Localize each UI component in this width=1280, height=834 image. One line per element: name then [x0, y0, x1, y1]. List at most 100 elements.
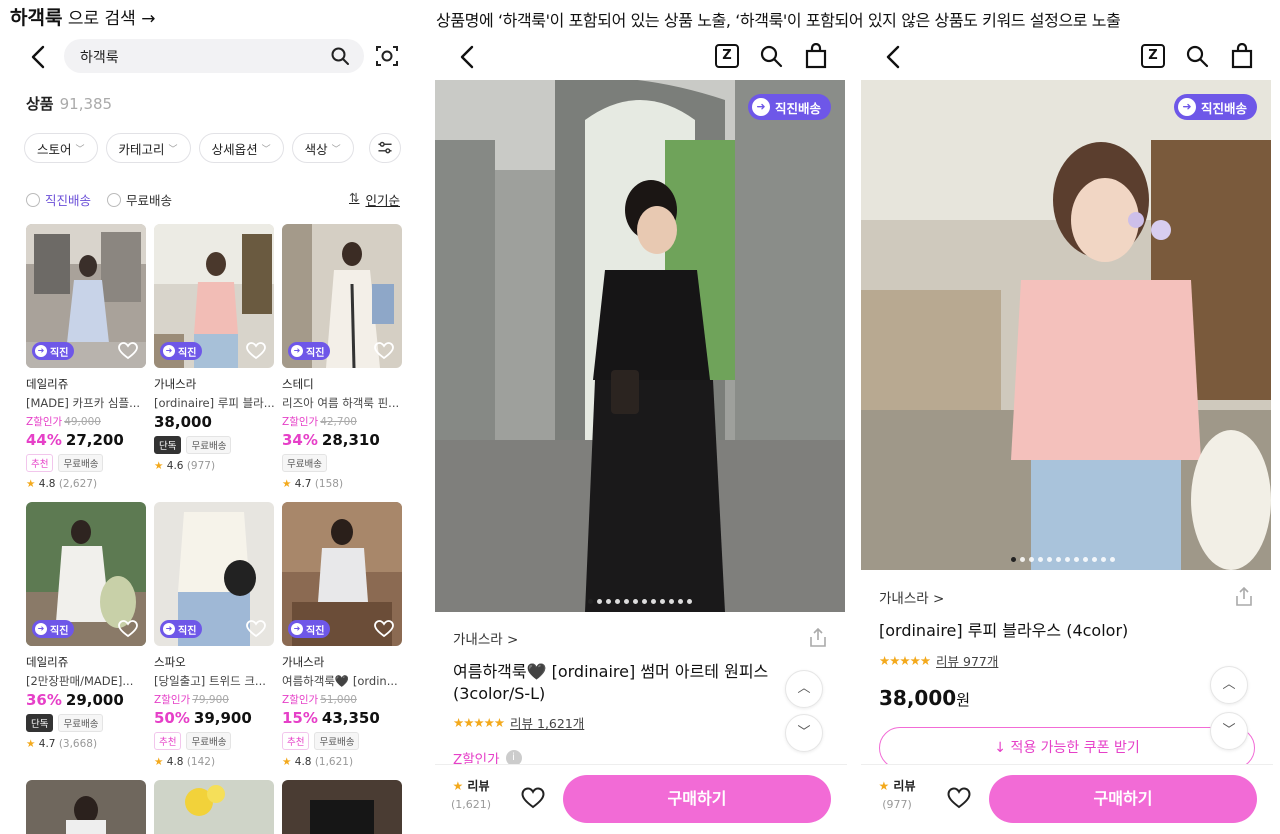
scroll-up-button[interactable]: ︿ — [1210, 666, 1248, 704]
buy-button[interactable]: 구매하기 — [563, 775, 831, 823]
option-direct-delivery[interactable]: 직진배송 — [26, 190, 91, 209]
filter-category[interactable]: 카테고리 ﹀ — [105, 133, 191, 163]
heart-icon[interactable] — [521, 787, 545, 809]
tag-free-shipping: 무료배송 — [282, 454, 327, 472]
original-price: 49,000 — [64, 416, 101, 428]
carousel-dot[interactable] — [1083, 557, 1088, 562]
option-free-shipping[interactable]: 무료배송 — [107, 190, 172, 209]
carousel-dot[interactable] — [597, 599, 602, 604]
buy-button[interactable]: 구매하기 — [989, 775, 1257, 823]
carousel-dot[interactable] — [1092, 557, 1097, 562]
store-link[interactable]: 가내스라 > — [453, 628, 518, 648]
carousel-dot[interactable] — [1101, 557, 1106, 562]
back-icon[interactable] — [28, 44, 50, 70]
heart-icon[interactable] — [246, 620, 266, 638]
review-summary[interactable]: ★ 리뷰 (977) — [875, 777, 919, 811]
price: 50% 39,900 — [154, 709, 274, 727]
filter-store[interactable]: 스토어 ﹀ — [24, 133, 98, 163]
product-card[interactable] — [26, 780, 146, 834]
product-image[interactable]: ➜ 직진 — [26, 502, 146, 646]
carousel-dot[interactable] — [642, 599, 647, 604]
carousel-dot[interactable] — [615, 599, 620, 604]
carousel-dot[interactable] — [1020, 557, 1025, 562]
share-icon[interactable] — [1235, 587, 1253, 607]
carousel-dot[interactable] — [1074, 557, 1079, 562]
carousel-dot[interactable] — [660, 599, 665, 604]
filter-settings-button[interactable] — [369, 133, 401, 163]
carousel-dot[interactable] — [1038, 557, 1043, 562]
direct-delivery-badge: ➜ 직진배송 — [747, 94, 831, 120]
sort-button[interactable]: ⇅ 인기순 — [349, 190, 400, 209]
product-image[interactable]: ➜ 직진 — [154, 502, 274, 646]
carousel-dot[interactable] — [1110, 557, 1115, 562]
search-icon[interactable] — [1185, 44, 1209, 68]
heart-icon[interactable] — [118, 342, 138, 360]
carousel-dot[interactable] — [633, 599, 638, 604]
review-summary[interactable]: ★ 리뷰 (1,621) — [449, 777, 493, 811]
carousel-dot[interactable] — [1029, 557, 1034, 562]
carousel-dot[interactable] — [624, 599, 629, 604]
back-icon[interactable] — [883, 44, 905, 70]
carousel-dot[interactable] — [1065, 557, 1070, 562]
carousel-dots — [861, 557, 1271, 562]
product-image[interactable] — [26, 780, 146, 834]
search-input[interactable]: 하객룩 — [64, 39, 364, 73]
scroll-down-button[interactable]: ﹀ — [785, 714, 823, 752]
seller-name: 데일리쥬 — [26, 377, 69, 391]
tags: 추천 무료배송 — [26, 454, 146, 472]
carousel-dot[interactable] — [606, 599, 611, 604]
product-card[interactable]: ➜ 직진 데일리쥬 [2만장판매/MADE]... 36% 29,000 단독 무료배… — [26, 502, 146, 750]
badge-label: 직진배송 — [774, 100, 821, 116]
arrow-icon: ➜ — [35, 623, 47, 635]
product-card[interactable] — [154, 780, 274, 834]
coupon-button[interactable]: ↓ 적용 가능한 쿠폰 받기 — [879, 727, 1255, 769]
carousel-dot[interactable] — [678, 599, 683, 604]
product-image[interactable]: ➜ 직진 — [154, 224, 274, 368]
product-card[interactable]: ➜ 직진 스테디 리즈아 여름 하객룩 핀... Z할인가 42,700 34% 28… — [282, 224, 402, 490]
rating: ★ 4.7 (3,668) — [26, 738, 146, 750]
scroll-down-button[interactable]: ﹀ — [1210, 712, 1248, 750]
share-icon[interactable] — [809, 628, 827, 648]
reviews-link[interactable]: 리뷰 1,621개 — [510, 713, 584, 732]
filter-detail-options[interactable]: 상세옵션 ﹀ — [198, 133, 284, 163]
carousel-dot[interactable] — [1056, 557, 1061, 562]
product-photo-carousel[interactable]: ➜ 직진배송 — [861, 80, 1271, 570]
carousel-dot[interactable] — [1047, 557, 1052, 562]
camera-search-icon[interactable] — [375, 44, 399, 68]
heart-icon[interactable] — [947, 787, 971, 809]
carousel-dot[interactable] — [687, 599, 692, 604]
product-card[interactable]: ➜ 직진 가내스라 [ordinaire] 루피 블라... 38,000 단독 무… — [154, 224, 274, 472]
shopping-bag-icon[interactable] — [805, 43, 827, 69]
product-image[interactable] — [282, 780, 402, 834]
carousel-dot[interactable] — [588, 599, 593, 604]
product-image[interactable] — [154, 780, 274, 834]
discount-percent: 50% — [154, 709, 190, 727]
carousel-dot[interactable] — [651, 599, 656, 604]
product-card[interactable]: ➜ 직진 가내스라 여름하객룩🖤 [ordin... Z할인가 51,000 15%… — [282, 502, 402, 768]
shopping-bag-icon[interactable] — [1231, 43, 1253, 69]
back-icon[interactable] — [457, 44, 479, 70]
product-image[interactable]: ➜ 직진 — [282, 502, 402, 646]
filter-color[interactable]: 색상 ﹀ — [291, 133, 354, 163]
product-card[interactable]: ➜ 직진 스파오 [당일출고] 트위드 크... Z할인가 79,900 50% 39… — [154, 502, 274, 768]
heart-icon[interactable] — [374, 342, 394, 360]
scroll-up-button[interactable]: ︿ — [785, 670, 823, 708]
price: 34% 28,310 — [282, 431, 402, 449]
search-icon[interactable] — [330, 46, 350, 66]
carousel-dot[interactable] — [1011, 557, 1016, 562]
product-card[interactable] — [282, 780, 402, 834]
heart-icon[interactable] — [118, 620, 138, 638]
store-link[interactable]: 가내스라 > — [879, 587, 944, 607]
search-icon[interactable] — [759, 44, 783, 68]
carousel-dot[interactable] — [669, 599, 674, 604]
zigzag-logo-icon[interactable]: Z — [715, 44, 739, 68]
zigzag-logo-icon[interactable]: Z — [1141, 44, 1165, 68]
heart-icon[interactable] — [374, 620, 394, 638]
product-photo-carousel[interactable]: ➜ 직진배송 — [435, 80, 845, 612]
reviews-link[interactable]: 리뷰 977개 — [936, 651, 998, 670]
product-image[interactable]: ➜ 직진 — [26, 224, 146, 368]
heart-icon[interactable] — [246, 342, 266, 360]
product-image[interactable]: ➜ 직진 — [282, 224, 402, 368]
product-card[interactable]: ➜ 직진 데일리쥬 [MADE] 카프카 심플... Z할인가 49,000 44%… — [26, 224, 146, 490]
price-value: 38,000 — [879, 686, 957, 710]
